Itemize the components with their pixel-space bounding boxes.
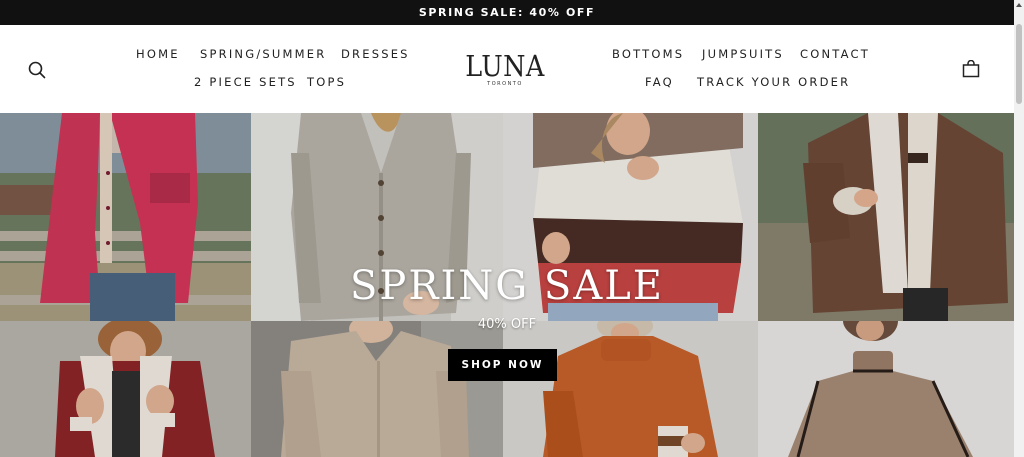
nav-bottoms[interactable]: BOTTOMS xyxy=(612,47,684,61)
hero-banner[interactable]: SPRING SALE 40% OFF SHOP NOW xyxy=(0,113,1014,457)
nav-track-order[interactable]: TRACK YOUR ORDER xyxy=(697,75,850,89)
shopping-bag-icon[interactable] xyxy=(962,59,980,78)
site-header: HOME SPRING/SUMMER DRESSES 2 PIECE SETS … xyxy=(0,25,1014,113)
hero-title: SPRING SALE xyxy=(350,263,664,309)
nav-contact[interactable]: CONTACT xyxy=(800,47,870,61)
shop-now-button[interactable]: SHOP NOW xyxy=(448,349,557,381)
nav-home[interactable]: HOME xyxy=(136,47,180,61)
hero-subtitle: 40% OFF xyxy=(477,317,537,332)
nav-2-piece-sets[interactable]: 2 PIECE SETS xyxy=(194,75,297,89)
nav-spring-summer[interactable]: SPRING/SUMMER xyxy=(200,47,326,61)
scroll-up-arrow-icon[interactable] xyxy=(1016,3,1022,7)
announcement-text: SPRING SALE: 40% OFF xyxy=(418,6,596,19)
nav-tops[interactable]: TOPS xyxy=(307,75,346,89)
nav-jumpsuits[interactable]: JUMPSUITS xyxy=(702,47,784,61)
scrollbar-thumb[interactable] xyxy=(1016,24,1022,104)
announcement-bar: SPRING SALE: 40% OFF xyxy=(0,0,1014,25)
nav-faq[interactable]: FAQ xyxy=(645,75,674,89)
nav-dresses[interactable]: DRESSES xyxy=(341,47,410,61)
logo-wordmark: LUNA xyxy=(465,49,545,83)
search-icon[interactable] xyxy=(28,61,46,79)
site-logo[interactable]: LUNA TORONTO xyxy=(455,49,555,87)
